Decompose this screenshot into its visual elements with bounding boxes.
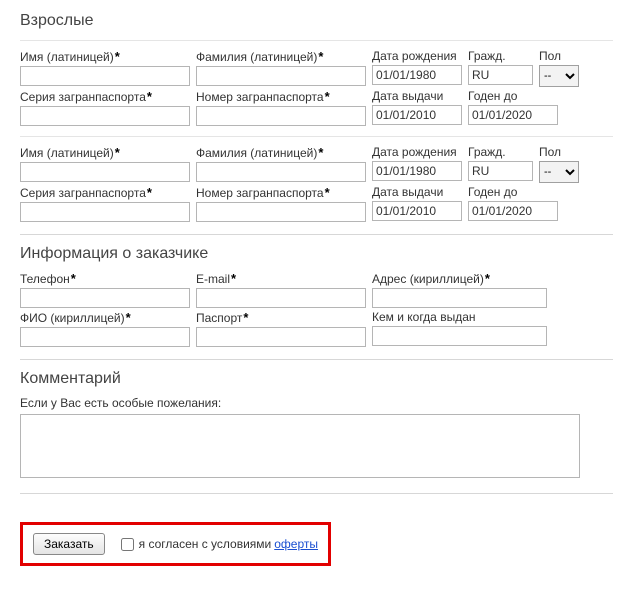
issue-date-input[interactable] <box>372 201 462 221</box>
divider <box>20 493 613 494</box>
issue-date-label: Дата выдачи <box>372 185 462 199</box>
firstname-label: Имя (латиницей)* <box>20 145 190 160</box>
pass-series-label: Серия загранпаспорта* <box>20 185 190 200</box>
valid-until-input[interactable] <box>468 201 558 221</box>
comment-heading: Комментарий <box>20 370 613 388</box>
sex-label: Пол <box>539 49 579 63</box>
comment-textarea[interactable] <box>20 414 580 478</box>
pass-number-label: Номер загранпаспорта* <box>196 89 366 104</box>
phone-label: Телефон* <box>20 271 190 286</box>
phone-input[interactable] <box>20 288 190 308</box>
divider <box>20 359 613 360</box>
lastname-label: Фамилия (латиницей)* <box>196 145 366 160</box>
email-input[interactable] <box>196 288 366 308</box>
fio-input[interactable] <box>20 327 190 347</box>
dob-label: Дата рождения <box>372 145 462 159</box>
firstname-input[interactable] <box>20 162 190 182</box>
divider <box>20 40 613 41</box>
dob-input[interactable] <box>372 161 462 181</box>
dob-label: Дата рождения <box>372 49 462 63</box>
valid-until-input[interactable] <box>468 105 558 125</box>
citizenship-label: Гражд. <box>468 145 533 159</box>
citizenship-input[interactable] <box>468 65 533 85</box>
passport-input[interactable] <box>196 327 366 347</box>
customer-row: ФИО (кириллицей)* Паспорт* Кем и когда в… <box>20 310 613 347</box>
pass-series-label: Серия загранпаспорта* <box>20 89 190 104</box>
citizenship-input[interactable] <box>468 161 533 181</box>
divider <box>20 136 613 137</box>
order-button[interactable]: Заказать <box>33 533 105 555</box>
agree-label[interactable]: я согласен с условиями оферты <box>117 535 318 554</box>
issued-by-input[interactable] <box>372 326 547 346</box>
sex-label: Пол <box>539 145 579 159</box>
comment-label: Если у Вас есть особые пожелания: <box>20 396 613 410</box>
address-input[interactable] <box>372 288 547 308</box>
issue-date-label: Дата выдачи <box>372 89 462 103</box>
email-label: E-mail* <box>196 271 366 286</box>
lastname-input[interactable] <box>196 162 366 182</box>
address-label: Адрес (кириллицей)* <box>372 271 547 286</box>
action-highlight: Заказать я согласен с условиями оферты <box>20 522 331 566</box>
pass-number-input[interactable] <box>196 106 366 126</box>
agree-text: я согласен с условиями <box>139 537 272 551</box>
issue-date-input[interactable] <box>372 105 462 125</box>
sex-select[interactable]: -- <box>539 65 579 87</box>
pass-number-label: Номер загранпаспорта* <box>196 185 366 200</box>
divider <box>20 234 613 235</box>
offer-link[interactable]: оферты <box>274 537 318 551</box>
agree-checkbox[interactable] <box>121 538 134 551</box>
issued-by-label: Кем и когда выдан <box>372 310 547 324</box>
citizenship-label: Гражд. <box>468 49 533 63</box>
firstname-input[interactable] <box>20 66 190 86</box>
fio-label: ФИО (кириллицей)* <box>20 310 190 325</box>
lastname-input[interactable] <box>196 66 366 86</box>
person-row: Серия загранпаспорта* Номер загранпаспор… <box>20 185 613 222</box>
adults-heading: Взрослые <box>20 12 613 30</box>
dob-input[interactable] <box>372 65 462 85</box>
customer-row: Телефон* E-mail* Адрес (кириллицей)* <box>20 271 613 308</box>
firstname-label: Имя (латиницей)* <box>20 49 190 64</box>
lastname-label: Фамилия (латиницей)* <box>196 49 366 64</box>
passport-label: Паспорт* <box>196 310 366 325</box>
pass-number-input[interactable] <box>196 202 366 222</box>
person-row: Имя (латиницей)* Фамилия (латиницей)* Да… <box>20 49 613 87</box>
pass-series-input[interactable] <box>20 202 190 222</box>
pass-series-input[interactable] <box>20 106 190 126</box>
valid-until-label: Годен до <box>468 185 558 199</box>
customer-heading: Информация о заказчике <box>20 245 613 263</box>
person-row: Имя (латиницей)* Фамилия (латиницей)* Да… <box>20 145 613 183</box>
sex-select[interactable]: -- <box>539 161 579 183</box>
person-row: Серия загранпаспорта* Номер загранпаспор… <box>20 89 613 126</box>
valid-until-label: Годен до <box>468 89 558 103</box>
